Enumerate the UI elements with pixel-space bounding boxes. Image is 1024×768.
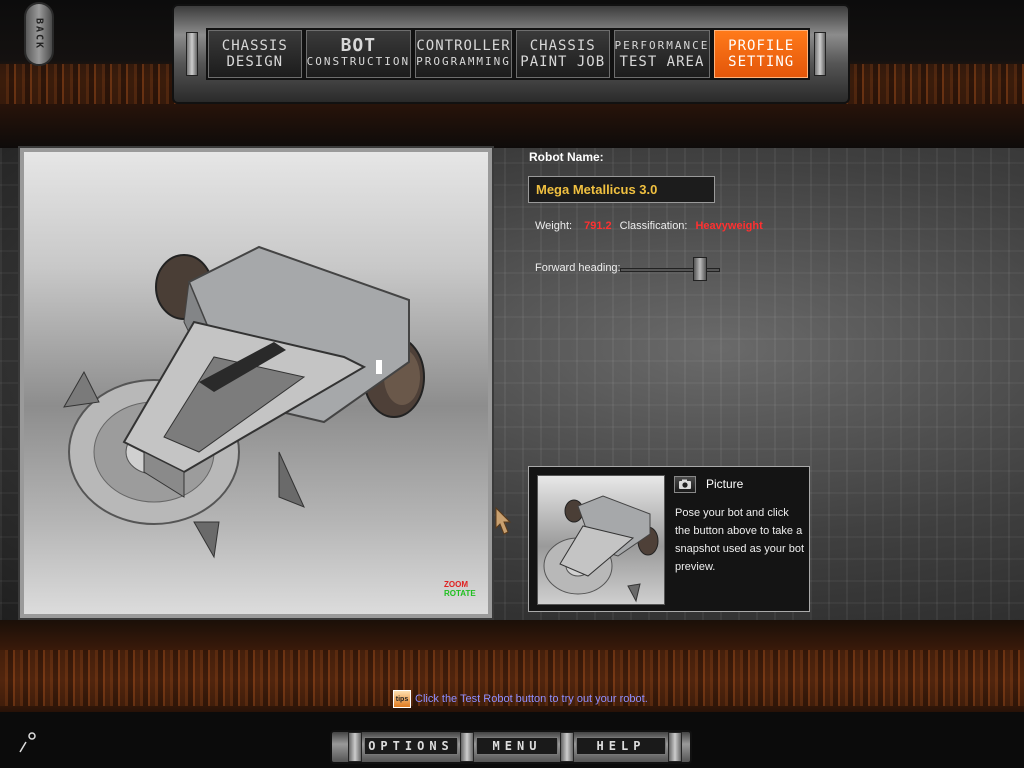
- tab-label-line2: TEST AREA: [619, 54, 705, 70]
- back-label: BACK: [33, 17, 45, 51]
- tip-hint: tips Click the Test Robot button to try …: [393, 690, 648, 708]
- tips-icon: tips: [393, 690, 411, 708]
- picture-panel: Picture Pose your bot and click the butt…: [528, 466, 810, 612]
- menu-button[interactable]: MENU: [476, 737, 558, 755]
- tab-chassis-design[interactable]: CHASSIS DESIGN: [208, 30, 302, 78]
- stats-row: Weight: 791.2 Classification: Heavyweigh…: [535, 220, 763, 232]
- tab-label-line1: PROFILE: [728, 38, 795, 54]
- tab-label-line2: CONSTRUCTION: [306, 55, 411, 68]
- tab-label-line1: CONTROLLER: [416, 38, 511, 54]
- zoom-rotate-legend: ZOOM ROTATE: [444, 580, 476, 598]
- tab-bot-construction[interactable]: BOT CONSTRUCTION: [305, 30, 412, 78]
- robot-name-input[interactable]: Mega Metallicus 3.0: [528, 176, 715, 203]
- tab-label-line1: PERFORMANCE: [614, 39, 710, 52]
- picture-title: Picture: [706, 477, 744, 491]
- robot-3d-viewport[interactable]: ZOOM ROTATE: [18, 146, 494, 620]
- footer-separator: [560, 732, 574, 762]
- footer-separator: [668, 732, 682, 762]
- robot-name-value: Mega Metallicus 3.0: [536, 182, 658, 197]
- footer-separator: [348, 732, 362, 762]
- tab-label-line2: DESIGN: [226, 54, 284, 70]
- robot-preview-thumbnail: [537, 475, 665, 605]
- options-button[interactable]: OPTIONS: [364, 737, 458, 755]
- tab-profile-setting[interactable]: PROFILE SETTING: [714, 30, 808, 78]
- zoom-label: ZOOM: [444, 580, 468, 589]
- tab-label-line2: PROGRAMMING: [416, 55, 511, 68]
- forward-heading-label: Forward heading:: [535, 262, 621, 274]
- rotate-label: ROTATE: [444, 589, 476, 598]
- tab-chassis-paint-job[interactable]: CHASSIS PAINT JOB: [515, 30, 610, 78]
- power-icon[interactable]: [16, 730, 38, 754]
- robot-name-label: Robot Name:: [529, 150, 604, 164]
- tip-text: Click the Test Robot button to try out y…: [415, 693, 648, 705]
- weight-label: Weight:: [535, 220, 573, 232]
- tab-label-line1: BOT: [340, 35, 377, 56]
- camera-icon[interactable]: [674, 476, 696, 493]
- robot-thumbnail-render: [543, 495, 659, 603]
- tab-label-line2: SETTING: [728, 54, 795, 70]
- tab-label-line1: CHASSIS: [221, 38, 288, 54]
- tab-performance-test-area[interactable]: PERFORMANCE TEST AREA: [613, 30, 711, 78]
- nav-right-rivet: [814, 32, 826, 76]
- tab-label-line2: PAINT JOB: [520, 54, 606, 70]
- weight-value: 791.2: [584, 220, 612, 232]
- tab-label-line1: CHASSIS: [529, 38, 596, 54]
- nav-left-rivet: [186, 32, 198, 76]
- rotate-cursor-icon: [495, 506, 512, 535]
- forward-heading-slider-thumb[interactable]: [693, 257, 708, 281]
- picture-description: Pose your bot and click the button above…: [675, 507, 805, 573]
- classification-label: Classification:: [619, 220, 688, 232]
- nav-tabs: CHASSIS DESIGN BOT CONSTRUCTION CONTROLL…: [206, 28, 810, 80]
- classification-value: Heavyweight: [695, 220, 763, 232]
- robot-model-render: [63, 245, 425, 559]
- help-button[interactable]: HELP: [576, 737, 666, 755]
- back-button[interactable]: BACK: [24, 2, 54, 66]
- footer-separator: [460, 732, 474, 762]
- tab-controller-programming[interactable]: CONTROLLER PROGRAMMING: [415, 30, 512, 78]
